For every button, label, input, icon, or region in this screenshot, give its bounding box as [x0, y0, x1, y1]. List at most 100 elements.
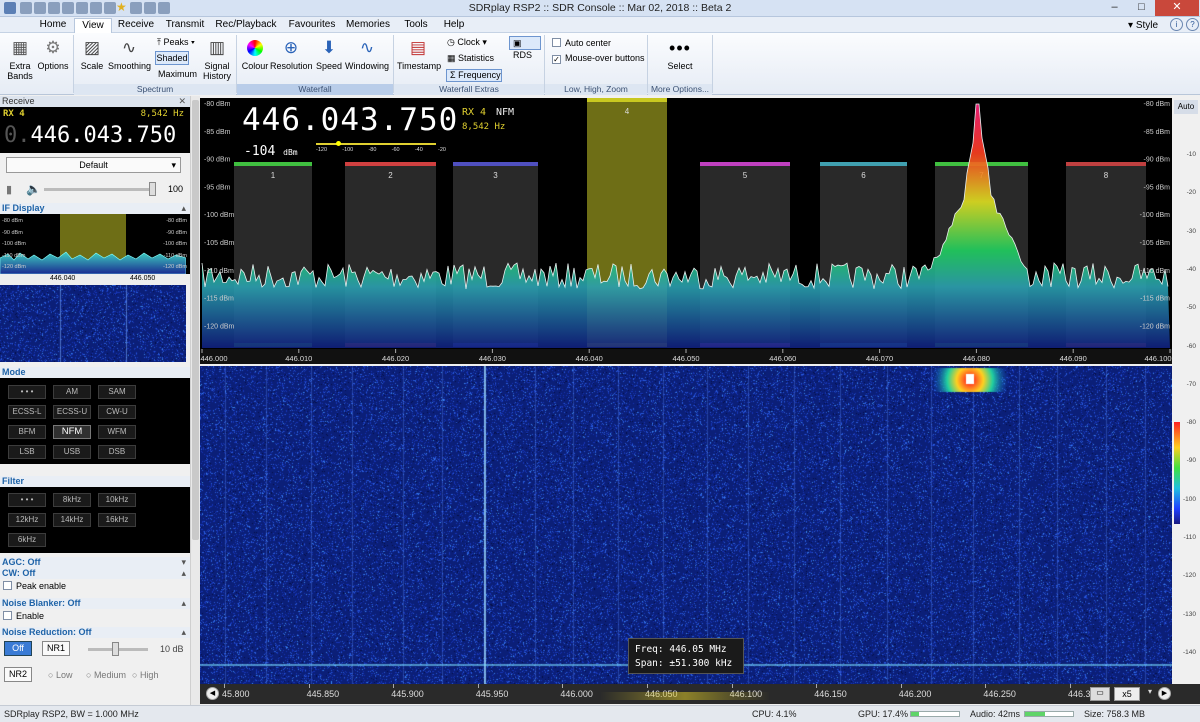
channel-marker-top — [1066, 162, 1146, 166]
nr1-button[interactable]: NR1 — [42, 641, 70, 656]
speaker-icon[interactable]: 🔈 — [26, 182, 41, 196]
mode-am[interactable]: AM — [53, 385, 91, 399]
menu-tools[interactable]: Tools — [399, 18, 433, 33]
mode-usb[interactable]: USB — [53, 445, 91, 459]
filter-16khz[interactable]: 16kHz — [98, 513, 136, 527]
scroll-right-icon[interactable]: ▶ — [1158, 687, 1171, 700]
spectrum-display[interactable]: 12345678-80 dBm-80 dBm-85 dBm-85 dBm-90 … — [200, 98, 1172, 364]
volume-slider-thumb[interactable] — [149, 182, 156, 196]
menu-receive[interactable]: Receive — [114, 18, 158, 33]
waterfall-display[interactable]: Freq: 446.05 MHz Span: ±51.300 kHz — [200, 366, 1172, 684]
maximum-button[interactable]: Maximum — [158, 69, 197, 80]
mode-lsb[interactable]: LSB — [8, 445, 46, 459]
options-button[interactable]: ⚙ Options — [36, 37, 70, 71]
smoothing-button[interactable]: ∿ Smoothing — [108, 37, 151, 71]
info-icon[interactable]: i — [1170, 18, 1183, 31]
if-display-header[interactable]: IF Display ▴ — [0, 203, 190, 214]
gear-icon: ⚙ — [45, 38, 61, 57]
mode-cw-u[interactable]: CW-U — [98, 405, 136, 419]
profile-dropdown[interactable]: Default ▾ — [6, 157, 181, 173]
mode-nfm[interactable]: NFM — [53, 425, 91, 439]
if-display[interactable]: -80 dBm -90 dBm -100 dBm -110 dBm -120 dBm -… — [0, 214, 190, 274]
waterfall-frequency-axis[interactable]: ◀ 45.800 445.850 445.900 445.950 446.000 446.… — [200, 684, 1200, 704]
profile-row: Default ▾ — [0, 153, 190, 177]
filter-header[interactable]: Filter — [0, 476, 190, 487]
noise-blanker-header[interactable]: Noise Blanker: Off ▴ — [0, 598, 190, 609]
mode-dsb[interactable]: DSB — [98, 445, 136, 459]
menu-rec-playback[interactable]: Rec/Playback — [215, 18, 277, 33]
mode-ecss-l[interactable]: ECSS-L — [8, 405, 46, 419]
mode-header[interactable]: Mode — [0, 367, 190, 378]
minimize-button[interactable]: – — [1101, 0, 1128, 16]
nr-level-slider-thumb[interactable] — [112, 642, 119, 656]
signal-history-button[interactable]: ▥ Signal History — [200, 37, 234, 81]
scroll-left-icon[interactable]: ◀ — [206, 687, 219, 700]
noise-reduction-header[interactable]: Noise Reduction: Off ▴ — [0, 627, 190, 638]
cpu-status: CPU: 4.1% — [752, 709, 797, 719]
peak-enable-checkbox[interactable]: Peak enable — [0, 579, 190, 594]
left-panel-scrollbar[interactable] — [190, 96, 200, 706]
medium-radio[interactable]: ○ Medium — [86, 670, 126, 680]
windowing-button[interactable]: ∿ Windowing — [344, 37, 390, 71]
nr-off-button[interactable]: Off — [4, 641, 32, 656]
mouseover-buttons-checkbox[interactable]: ✓ Mouse-over buttons — [552, 53, 645, 64]
menu-help[interactable]: Help — [439, 18, 469, 33]
timestamp-button[interactable]: ▤ Timestamp — [397, 37, 441, 71]
style-menu[interactable]: ▾ Style — [1128, 20, 1158, 31]
select-button[interactable]: ••• Select — [662, 37, 698, 71]
colour-button[interactable]: Colour — [240, 37, 270, 71]
help-icon[interactable]: ? — [1186, 18, 1199, 31]
mode-wfm[interactable]: WFM — [98, 425, 136, 439]
group-label-more-options: More Options... — [648, 84, 712, 95]
agc-header[interactable]: AGC: Off ▾ — [0, 557, 190, 568]
mode-bfm[interactable]: BFM — [8, 425, 46, 439]
low-radio[interactable]: ○ Low — [48, 670, 72, 680]
mode-ecss-u[interactable]: ECSS-U — [53, 405, 91, 419]
filter-6khz[interactable]: 6kHz — [8, 533, 46, 547]
scrollbar-thumb[interactable] — [192, 100, 199, 540]
volume-slider[interactable] — [44, 188, 156, 191]
menu-home[interactable]: Home — [34, 18, 72, 33]
volume-row: ▮ 🔈 100 — [0, 177, 190, 203]
cw-header[interactable]: CW: Off ▴ — [0, 568, 190, 579]
speed-button[interactable]: ⬇ Speed — [314, 37, 344, 71]
high-radio[interactable]: ○ High — [132, 670, 158, 680]
filter-8khz[interactable]: 8kHz — [53, 493, 91, 507]
mode-sam[interactable]: SAM — [98, 385, 136, 399]
mode-more[interactable]: • • • — [8, 385, 46, 399]
auto-button[interactable]: Auto — [1174, 100, 1198, 114]
statistics-button[interactable]: ▦ Statistics — [447, 53, 494, 64]
filter-10khz[interactable]: 10kHz — [98, 493, 136, 507]
gpu-meter-fill — [911, 712, 920, 716]
color-scale-bar[interactable] — [1174, 422, 1180, 524]
close-button[interactable]: ✕ — [1155, 0, 1199, 16]
noise-blanker-enable-checkbox[interactable]: Enable — [0, 609, 190, 624]
zoom-icon[interactable]: ▭ — [1090, 687, 1110, 701]
right-scale-label: -140 — [1182, 648, 1196, 656]
if-waterfall[interactable] — [0, 285, 190, 362]
visible-span-highlight[interactable] — [600, 692, 770, 700]
menu-memories[interactable]: Memories — [345, 18, 391, 33]
auto-center-checkbox[interactable]: Auto center — [552, 38, 611, 49]
receive-frequency[interactable]: 0.446.043.750 — [4, 123, 176, 148]
resolution-button[interactable]: ⊕ Resolution — [270, 37, 313, 71]
filter-14khz[interactable]: 14kHz — [53, 513, 91, 527]
chevron-down-icon[interactable]: ▾ — [1144, 687, 1156, 701]
filter-12khz[interactable]: 12kHz — [8, 513, 46, 527]
shaded-toggle[interactable]: Shaded — [155, 51, 189, 65]
zoom-select[interactable]: x5 — [1114, 687, 1140, 701]
clock-button[interactable]: ◷ Clock ▾ — [447, 37, 487, 48]
nr2-button[interactable]: NR2 — [4, 667, 32, 682]
restore-button[interactable]: □ — [1128, 0, 1155, 16]
scale-button[interactable]: ▨ Scale — [78, 37, 106, 71]
menu-favourites[interactable]: Favourites — [283, 18, 341, 33]
peaks-button[interactable]: ⤒ Peaks ▾ — [157, 37, 195, 48]
rds-toggle[interactable]: ▣ RDS — [509, 36, 541, 60]
menu-transmit[interactable]: Transmit — [162, 18, 208, 33]
filter-more[interactable]: • • • — [8, 493, 46, 507]
extra-bands-button[interactable]: ▦ Extra Bands — [4, 37, 36, 81]
close-icon[interactable]: ✕ — [178, 96, 186, 107]
menu-view[interactable]: View — [74, 18, 112, 33]
big-frequency[interactable]: 446.043.750 — [242, 102, 458, 138]
frequency-toggle[interactable]: Σ Frequency — [446, 69, 502, 82]
